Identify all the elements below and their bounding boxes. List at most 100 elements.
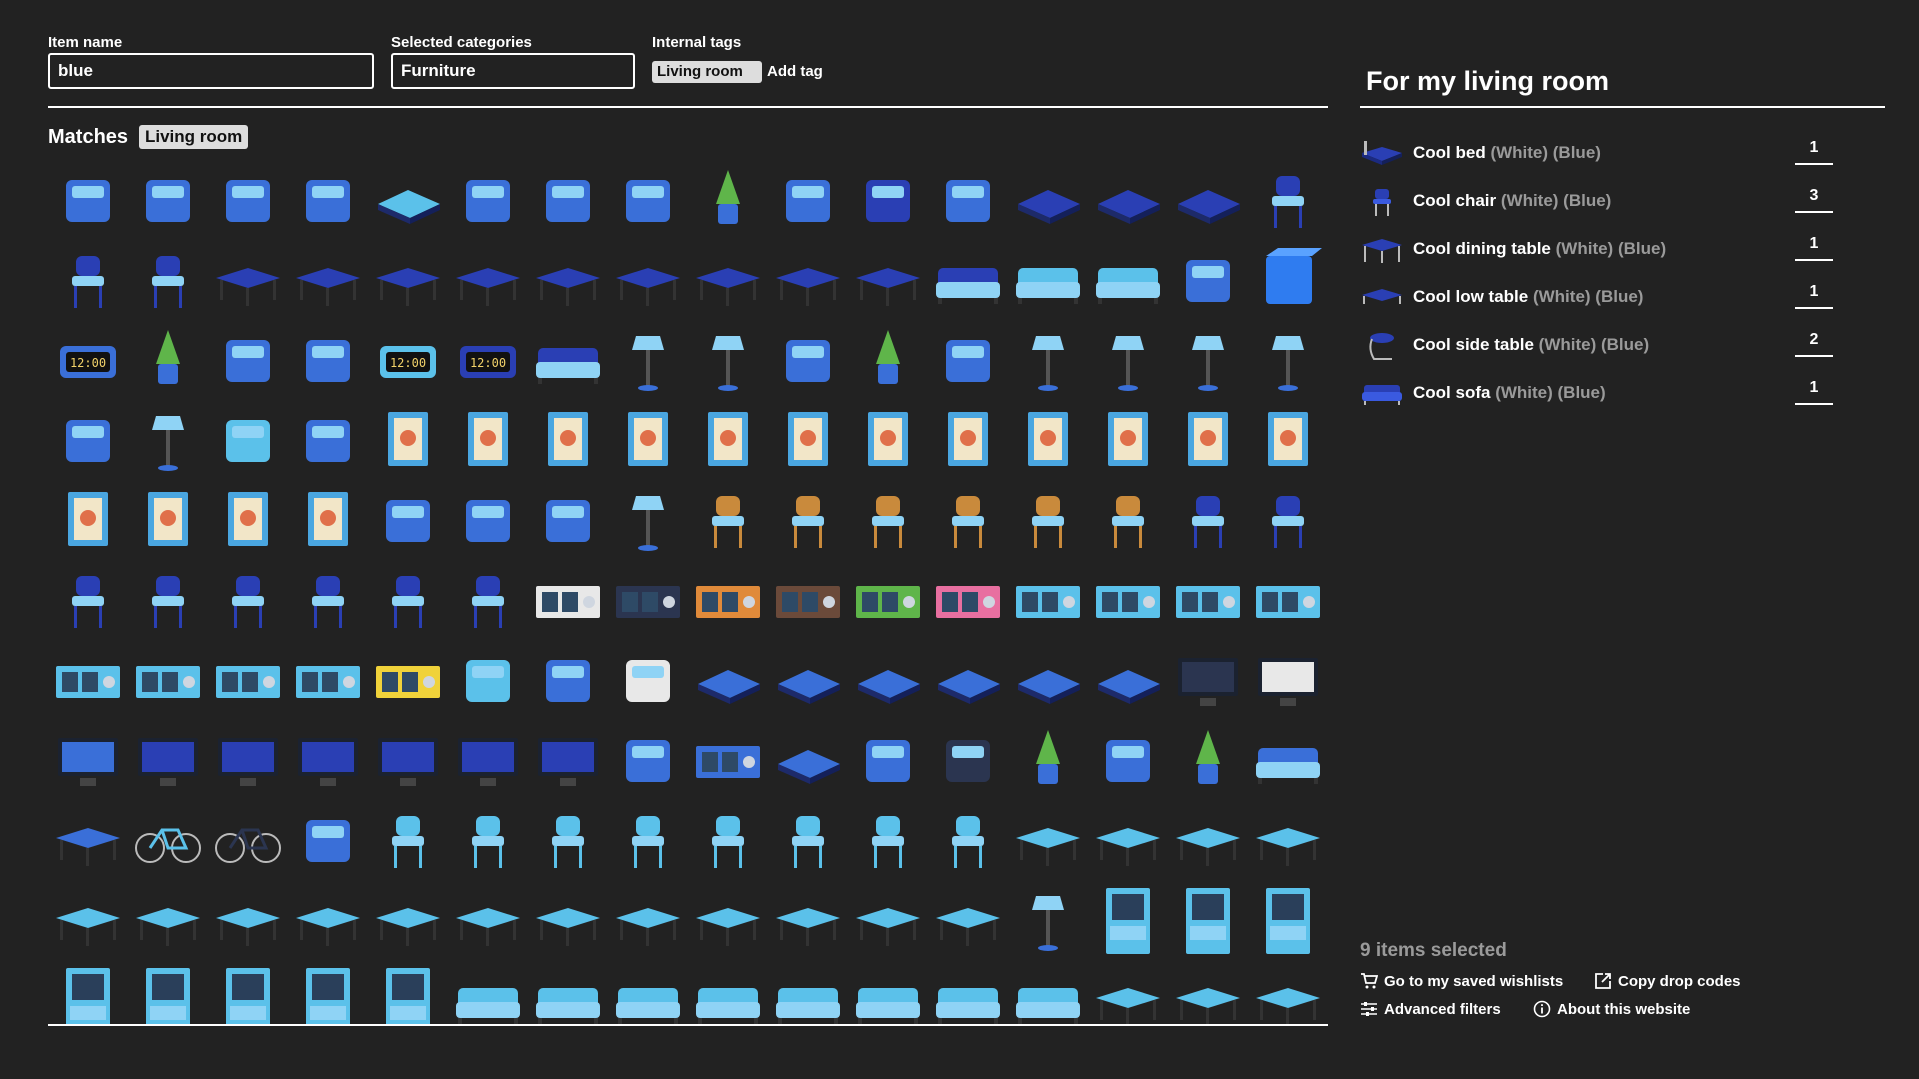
- match-item-potted-palm[interactable]: [848, 320, 928, 400]
- match-item-high-chair-1[interactable]: [688, 480, 768, 560]
- match-item-hutch-3[interactable]: [1248, 880, 1328, 960]
- match-item-floor-lamp-3[interactable]: [1168, 320, 1248, 400]
- match-item-coffee-table-11[interactable]: [1248, 960, 1328, 1024]
- match-item-armchair-2[interactable]: [448, 800, 528, 880]
- match-item-teal-ottoman[interactable]: [368, 160, 448, 240]
- match-item-glass-case-cabinet[interactable]: [928, 160, 1008, 240]
- match-item-hutch-5[interactable]: [128, 960, 208, 1024]
- match-item-cool-side-table-3[interactable]: [848, 240, 928, 320]
- match-item-humidifier[interactable]: [208, 400, 288, 480]
- match-item-sofa-5[interactable]: [768, 960, 848, 1024]
- match-item-tv-bench-8[interactable]: [928, 880, 1008, 960]
- wishlist-item[interactable]: Cool side table (White) (Blue) 2: [1360, 327, 1833, 371]
- match-item-cordless-phone[interactable]: [1168, 240, 1248, 320]
- match-item-teapot-dark[interactable]: [928, 720, 1008, 800]
- wishlist-item-quantity[interactable]: 3: [1795, 187, 1833, 213]
- match-item-framed-poster-2[interactable]: [48, 480, 128, 560]
- match-item-cool-dining-table-2[interactable]: [288, 240, 368, 320]
- match-item-laptop-3[interactable]: [288, 720, 368, 800]
- match-item-high-chair-4[interactable]: [928, 480, 1008, 560]
- match-item-sofa-7[interactable]: [928, 960, 1008, 1024]
- match-item-high-chair-5[interactable]: [1008, 480, 1088, 560]
- match-item-framed-sky[interactable]: [448, 400, 528, 480]
- match-item-standing-mirror[interactable]: [288, 320, 368, 400]
- match-item-framed-rose[interactable]: [368, 400, 448, 480]
- match-item-cool-sofa-3[interactable]: [1088, 240, 1168, 320]
- match-item-coffee-table-1[interactable]: [1008, 800, 1088, 880]
- match-item-shelf-pink[interactable]: [928, 560, 1008, 640]
- match-item-coffee-table-7[interactable]: [208, 880, 288, 960]
- match-item-shelf-blue-2[interactable]: [1088, 560, 1168, 640]
- categories-input[interactable]: [391, 53, 635, 89]
- match-item-air-conditioner[interactable]: [48, 160, 128, 240]
- match-item-shelf-blue-1[interactable]: [1008, 560, 1088, 640]
- match-item-hutch-2[interactable]: [1168, 880, 1248, 960]
- match-item-high-chair-13[interactable]: [368, 560, 448, 640]
- match-item-shelf-green[interactable]: [848, 560, 928, 640]
- match-item-high-chair-12[interactable]: [288, 560, 368, 640]
- match-item-bed-3[interactable]: [848, 640, 928, 720]
- match-item-shelf-blue-5[interactable]: [48, 640, 128, 720]
- match-item-armchair-8[interactable]: [928, 800, 1008, 880]
- match-item-potted-grass[interactable]: [688, 160, 768, 240]
- wishlist-item[interactable]: Cool chair (White) (Blue) 3: [1360, 183, 1833, 227]
- match-item-shelf-black[interactable]: [608, 560, 688, 640]
- match-item-framed-poster-3[interactable]: [128, 480, 208, 560]
- saved-wishlists-link[interactable]: Go to my saved wishlists: [1360, 972, 1563, 994]
- match-item-framed-autumn[interactable]: [1168, 400, 1248, 480]
- match-item-high-chair-3[interactable]: [848, 480, 928, 560]
- match-item-armchair-5[interactable]: [688, 800, 768, 880]
- match-item-glass-tree-ornament[interactable]: [448, 160, 528, 240]
- match-item-round-side-table[interactable]: [48, 800, 128, 880]
- match-item-blue-loveseat[interactable]: [528, 320, 608, 400]
- match-item-framed-map[interactable]: [288, 480, 368, 560]
- match-item-high-chair-11[interactable]: [208, 560, 288, 640]
- match-item-armchair-3[interactable]: [528, 800, 608, 880]
- match-item-armchair-4[interactable]: [608, 800, 688, 880]
- match-item-laptop-6[interactable]: [528, 720, 608, 800]
- add-tag-button[interactable]: Add tag: [767, 63, 823, 80]
- match-item-cool-side-table-2[interactable]: [768, 240, 848, 320]
- match-item-floor-lamp-1[interactable]: [1008, 320, 1088, 400]
- match-item-cool-low-table-2[interactable]: [528, 240, 608, 320]
- wishlist-item[interactable]: Cool low table (White) (Blue) 1: [1360, 279, 1833, 323]
- wishlist-item[interactable]: Cool bed (White) (Blue) 1: [1360, 135, 1833, 179]
- match-item-game-console[interactable]: [288, 800, 368, 880]
- match-item-shelf-yellow[interactable]: [368, 640, 448, 720]
- match-item-tv-bench-5[interactable]: [688, 880, 768, 960]
- match-item-hanging-flowers[interactable]: [48, 400, 128, 480]
- match-item-shelf-brown[interactable]: [768, 560, 848, 640]
- match-item-hutch-7[interactable]: [288, 960, 368, 1024]
- match-item-blue-rug[interactable]: [528, 160, 608, 240]
- match-item-sofa-4[interactable]: [688, 960, 768, 1024]
- match-item-cat-tower[interactable]: [768, 160, 848, 240]
- match-item-wicker-sofa[interactable]: [1248, 720, 1328, 800]
- match-item-macrame-hanging[interactable]: [608, 720, 688, 800]
- match-item-high-chair-9[interactable]: [48, 560, 128, 640]
- wishlist-item[interactable]: Cool dining table (White) (Blue) 1: [1360, 231, 1833, 275]
- match-item-sofa-8[interactable]: [1008, 960, 1088, 1024]
- match-item-cool-dining-table[interactable]: [208, 240, 288, 320]
- match-item-tv-bench-4[interactable]: [608, 880, 688, 960]
- match-item-coffee-table-9[interactable]: [1088, 960, 1168, 1024]
- match-item-shelf-blue-6[interactable]: [128, 640, 208, 720]
- match-item-floor-lamp-4[interactable]: [1248, 320, 1328, 400]
- match-item-tv-bench-1[interactable]: [368, 880, 448, 960]
- match-item-welcome-mat[interactable]: [288, 160, 368, 240]
- match-item-cool-side-table[interactable]: [688, 240, 768, 320]
- match-item-hutch-1[interactable]: [1088, 880, 1168, 960]
- match-item-coffee-table-3[interactable]: [1168, 800, 1248, 880]
- match-item-armchair-7[interactable]: [848, 800, 928, 880]
- match-item-cool-chair-2[interactable]: [48, 240, 128, 320]
- match-item-blue-cube[interactable]: [1248, 240, 1328, 320]
- wishlist-item[interactable]: Cool sofa (White) (Blue) 1: [1360, 375, 1833, 419]
- match-item-tv-bench-7[interactable]: [848, 880, 928, 960]
- match-item-framed-city[interactable]: [688, 400, 768, 480]
- match-item-framed-poster[interactable]: [1248, 400, 1328, 480]
- match-item-laptop-2[interactable]: [208, 720, 288, 800]
- match-item-boombox[interactable]: [608, 160, 688, 240]
- match-item-coffee-table-5[interactable]: [48, 880, 128, 960]
- match-item-potted-cypress[interactable]: [128, 320, 208, 400]
- about-link[interactable]: About this website: [1533, 1000, 1690, 1022]
- match-item-pendant-lamp[interactable]: [688, 320, 768, 400]
